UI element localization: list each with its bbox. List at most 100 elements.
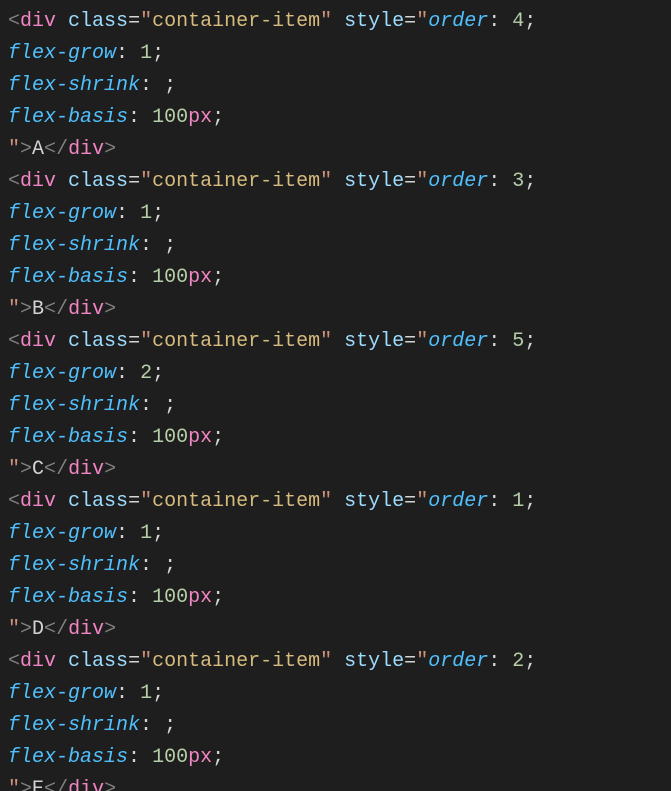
angle-close: >: [104, 298, 116, 321]
colon: :: [116, 202, 128, 225]
quote: ": [8, 138, 20, 161]
quote: ": [320, 490, 332, 513]
css-value: 1: [512, 490, 524, 513]
tag-name: div: [68, 618, 104, 641]
attr-class: class: [68, 10, 128, 33]
semicolon: ;: [212, 266, 224, 289]
css-prop-order: order: [428, 10, 488, 33]
css-value: 100: [152, 106, 188, 129]
semicolon: ;: [524, 650, 536, 673]
semicolon: ;: [152, 682, 164, 705]
quote: ": [8, 298, 20, 321]
css-unit: px: [188, 426, 212, 449]
css-prop-basis: flex-basis: [8, 586, 128, 609]
angle-open: <: [44, 778, 56, 791]
tag-name: div: [20, 650, 56, 673]
semicolon: ;: [524, 170, 536, 193]
element-text: D: [32, 618, 44, 641]
css-prop-grow: flex-grow: [8, 682, 116, 705]
quote: ": [416, 170, 428, 193]
angle-open: <: [44, 298, 56, 321]
css-value: 100: [152, 586, 188, 609]
equals: =: [404, 330, 416, 353]
slash: /: [56, 618, 68, 641]
angle-close: >: [20, 618, 32, 641]
angle-open: <: [8, 170, 20, 193]
css-prop-order: order: [428, 650, 488, 673]
semicolon: ;: [152, 42, 164, 65]
colon: :: [140, 714, 152, 737]
tag-name: div: [20, 490, 56, 513]
quote: ": [416, 490, 428, 513]
slash: /: [56, 778, 68, 791]
css-prop-order: order: [428, 490, 488, 513]
css-prop-basis: flex-basis: [8, 426, 128, 449]
element-text: B: [32, 298, 44, 321]
semicolon: ;: [152, 362, 164, 385]
attr-style: style: [344, 10, 404, 33]
css-value: 2: [140, 362, 152, 385]
css-prop-grow: flex-grow: [8, 522, 116, 545]
attr-style: style: [344, 170, 404, 193]
css-prop-basis: flex-basis: [8, 266, 128, 289]
colon: :: [488, 490, 500, 513]
css-prop-order: order: [428, 170, 488, 193]
tag-name: div: [20, 170, 56, 193]
css-prop-grow: flex-grow: [8, 202, 116, 225]
css-prop-shrink: flex-shrink: [8, 554, 140, 577]
angle-open: <: [8, 10, 20, 33]
css-prop-grow: flex-grow: [8, 362, 116, 385]
colon: :: [128, 266, 140, 289]
equals: =: [128, 170, 140, 193]
css-value: 100: [152, 266, 188, 289]
colon: :: [140, 234, 152, 257]
colon: :: [140, 74, 152, 97]
equals: =: [128, 10, 140, 33]
semicolon: ;: [164, 74, 176, 97]
semicolon: ;: [164, 234, 176, 257]
semicolon: ;: [212, 746, 224, 769]
semicolon: ;: [164, 714, 176, 737]
colon: :: [488, 10, 500, 33]
equals: =: [404, 490, 416, 513]
angle-open: <: [8, 650, 20, 673]
angle-close: >: [20, 138, 32, 161]
css-value: 1: [140, 42, 152, 65]
quote: ": [8, 618, 20, 641]
css-value: 4: [512, 10, 524, 33]
semicolon: ;: [152, 522, 164, 545]
quote: ": [140, 10, 152, 33]
colon: :: [488, 170, 500, 193]
angle-open: <: [44, 138, 56, 161]
slash: /: [56, 138, 68, 161]
equals: =: [404, 650, 416, 673]
attr-class: class: [68, 650, 128, 673]
css-prop-shrink: flex-shrink: [8, 234, 140, 257]
angle-open: <: [8, 330, 20, 353]
equals: =: [128, 490, 140, 513]
quote: ": [320, 10, 332, 33]
colon: :: [140, 554, 152, 577]
angle-close: >: [104, 138, 116, 161]
attr-style: style: [344, 490, 404, 513]
css-prop-grow: flex-grow: [8, 42, 116, 65]
css-prop-basis: flex-basis: [8, 746, 128, 769]
colon: :: [128, 746, 140, 769]
quote: ": [140, 490, 152, 513]
attr-style: style: [344, 330, 404, 353]
slash: /: [56, 458, 68, 481]
css-unit: px: [188, 746, 212, 769]
css-prop-shrink: flex-shrink: [8, 714, 140, 737]
angle-close: >: [20, 778, 32, 791]
colon: :: [488, 650, 500, 673]
quote: ": [416, 10, 428, 33]
css-value: 3: [512, 170, 524, 193]
css-prop-shrink: flex-shrink: [8, 74, 140, 97]
code-editor[interactable]: <div class="container-item" style="order…: [0, 0, 671, 791]
colon: :: [140, 394, 152, 417]
tag-name: div: [68, 138, 104, 161]
class-value: container-item: [152, 330, 320, 353]
quote: ": [320, 170, 332, 193]
css-unit: px: [188, 266, 212, 289]
semicolon: ;: [212, 106, 224, 129]
